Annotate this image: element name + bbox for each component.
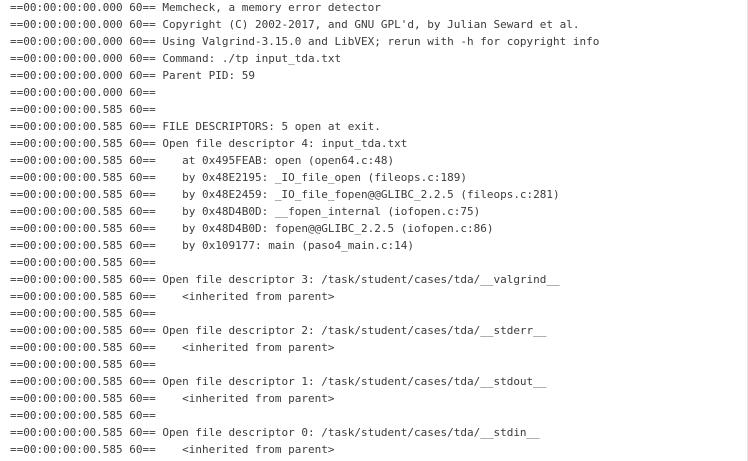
log-line: ==00:00:00:00.000 60== <box>10 86 156 99</box>
log-line: ==00:00:00:00.585 60== <box>10 409 156 422</box>
log-line: ==00:00:00:00.585 60== <inherited from p… <box>10 443 335 456</box>
log-line: ==00:00:00:00.000 60== Command: ./tp inp… <box>10 52 342 65</box>
log-line: ==00:00:00:00.585 60== <inherited from p… <box>10 392 335 405</box>
log-line: ==00:00:00:00.585 60== Open file descrip… <box>10 375 547 388</box>
valgrind-log-output: ==00:00:00:00.000 60== Memcheck, a memor… <box>0 0 748 461</box>
log-line: ==00:00:00:00.585 60== by 0x48E2459: _IO… <box>10 188 560 201</box>
log-line: ==00:00:00:00.585 60== <box>10 358 156 371</box>
log-line: ==00:00:00:00.585 60== Open file descrip… <box>10 273 560 286</box>
log-line: ==00:00:00:00.585 60== by 0x48D4B0D: fop… <box>10 222 494 235</box>
log-line: ==00:00:00:00.000 60== Copyright (C) 200… <box>10 18 580 31</box>
log-line: ==00:00:00:00.000 60== Parent PID: 59 <box>10 69 256 82</box>
log-line: ==00:00:00:00.585 60== at 0x495FEAB: ope… <box>10 154 395 167</box>
log-line: ==00:00:00:00.000 60== Memcheck, a memor… <box>10 1 381 14</box>
log-line: ==00:00:00:00.585 60== Open file descrip… <box>10 324 547 337</box>
log-line: ==00:00:00:00.585 60== <inherited from p… <box>10 341 335 354</box>
log-line: ==00:00:00:00.585 60== by 0x48D4B0D: __f… <box>10 205 481 218</box>
log-line: ==00:00:00:00.585 60== <box>10 307 156 320</box>
log-line: ==00:00:00:00.585 60== by 0x48E2195: _IO… <box>10 171 467 184</box>
log-line: ==00:00:00:00.585 60== <inherited from p… <box>10 290 335 303</box>
log-line: ==00:00:00:00.585 60== Open file descrip… <box>10 137 408 150</box>
log-line: ==00:00:00:00.585 60== by 0x109177: main… <box>10 239 414 252</box>
log-line: ==00:00:00:00.585 60== FILE DESCRIPTORS:… <box>10 120 381 133</box>
log-line: ==00:00:00:00.585 60== Open file descrip… <box>10 426 540 439</box>
log-line: ==00:00:00:00.585 60== <box>10 256 156 269</box>
log-line: ==00:00:00:00.585 60== <box>10 103 156 116</box>
log-line: ==00:00:00:00.000 60== Using Valgrind-3.… <box>10 35 600 48</box>
